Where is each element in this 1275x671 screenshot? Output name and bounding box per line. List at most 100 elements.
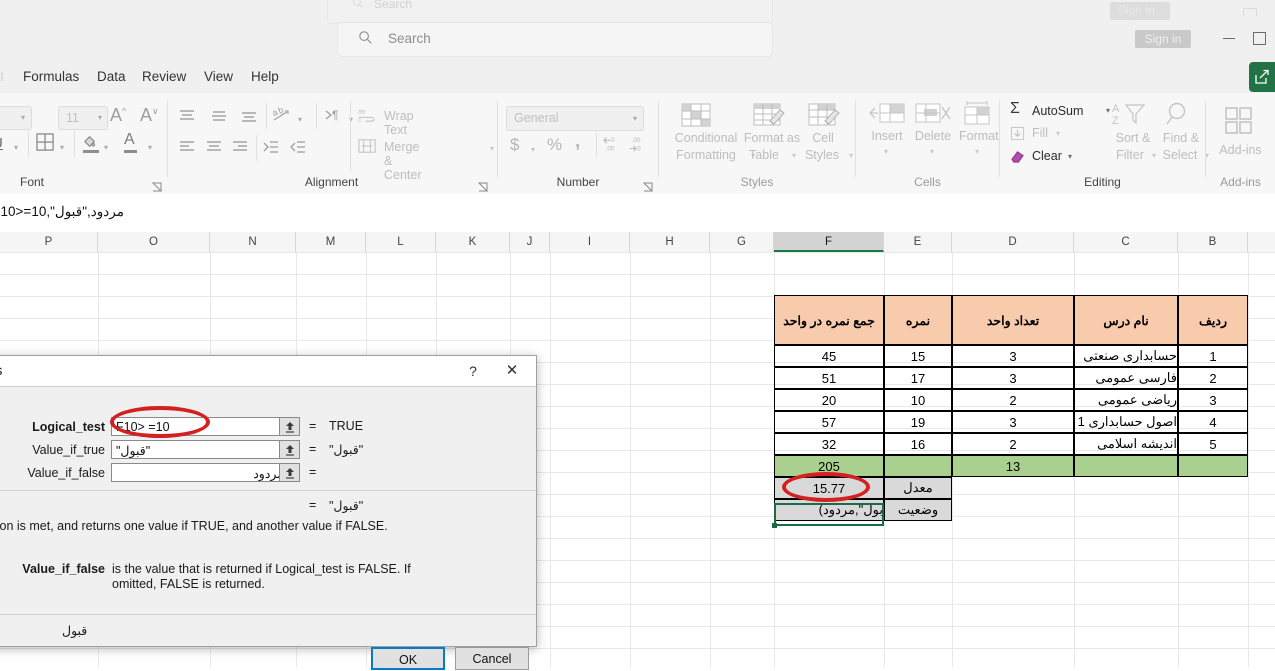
decrease-decimal-button[interactable]: .00 0 (628, 135, 648, 156)
table-row[interactable]: 3 (952, 345, 1074, 367)
table-row[interactable]: ریاضی عمومی (1074, 389, 1178, 411)
table-row[interactable]: 5 (1178, 433, 1248, 455)
value-if-false-input[interactable]: مردود (111, 463, 289, 482)
align-center-button[interactable] (205, 138, 223, 159)
underline-button[interactable]: U (0, 135, 3, 152)
collapse-dialog-button-logical-test[interactable] (279, 417, 300, 436)
table-header-f[interactable]: جمع نمره در واحد (774, 295, 884, 345)
find-select-button[interactable]: Find & Select ▾ (1163, 101, 1209, 162)
column-header-k[interactable]: K (436, 232, 510, 252)
font-dialog-launcher[interactable] (151, 179, 162, 193)
table-row[interactable]: 1 (1178, 345, 1248, 367)
number-dialog-launcher[interactable] (642, 179, 653, 193)
fill-color-button[interactable] (81, 133, 100, 155)
increase-decimal-button[interactable]: 0.00 (602, 135, 622, 156)
table-row[interactable]: 10 (884, 389, 952, 411)
fill-button[interactable]: Fill ▾ (1010, 126, 1060, 144)
help-button[interactable]: ? (461, 360, 485, 382)
column-header-d[interactable]: D (952, 232, 1074, 252)
increase-font-size-button[interactable]: A^ (110, 105, 126, 126)
table-row[interactable]: 2 (1178, 367, 1248, 389)
table-total-cell-b[interactable] (1178, 455, 1248, 477)
table-total-cell-e[interactable] (884, 455, 952, 477)
close-button[interactable]: ✕ (499, 360, 525, 382)
table-total-cell-d[interactable]: 13 (952, 455, 1074, 477)
decrease-indent-button[interactable] (289, 138, 307, 159)
column-header-g[interactable]: G (710, 232, 774, 252)
table-row[interactable]: 3 (952, 367, 1074, 389)
column-header-j[interactable]: J (510, 232, 550, 252)
comma-format-button[interactable]: , (575, 131, 580, 153)
column-header-e[interactable]: E (884, 232, 952, 252)
minimize-button[interactable] (1215, 26, 1245, 50)
column-header-f[interactable]: F (774, 232, 884, 252)
table-row[interactable]: اصول حسابداری 1 (1074, 411, 1178, 433)
table-row[interactable]: اندیشه اسلامی (1074, 433, 1178, 455)
column-header-h[interactable]: H (630, 232, 710, 252)
column-header-n[interactable]: N (210, 232, 296, 252)
percent-format-button[interactable]: % (547, 135, 562, 155)
table-row[interactable]: 32 (774, 433, 884, 455)
value-if-true-input[interactable]: "قبول" (111, 440, 289, 459)
orientation-button[interactable]: a b (271, 105, 292, 129)
delete-cells-button[interactable]: Delete ▾ (914, 101, 952, 156)
font-size-combobox[interactable]: 11 ▾ (58, 106, 108, 130)
column-header-l[interactable]: L (366, 232, 436, 252)
alignment-dialog-launcher[interactable] (477, 179, 488, 193)
table-row[interactable]: 4 (1178, 411, 1248, 433)
table-row[interactable]: 15 (884, 345, 952, 367)
table-header-b[interactable]: ردیف (1178, 295, 1248, 345)
column-header-c[interactable]: C (1074, 232, 1178, 252)
table-row[interactable]: 57 (774, 411, 884, 433)
conditional-formatting-button[interactable]: Conditional Formatting ▾ (675, 101, 755, 162)
borders-button[interactable] (36, 133, 55, 155)
status-label-cell[interactable]: وضعیت (884, 499, 952, 521)
table-row[interactable]: 51 (774, 367, 884, 389)
increase-indent-button[interactable] (262, 138, 280, 159)
align-right-button[interactable] (231, 138, 249, 159)
clear-button[interactable]: Clear ▾ (1010, 149, 1072, 167)
column-header-p[interactable]: P (0, 232, 98, 252)
column-header-m[interactable]: M (296, 232, 366, 252)
font-name-combobox[interactable]: ▾ (0, 106, 32, 130)
table-row[interactable]: 19 (884, 411, 952, 433)
table-row[interactable]: 2 (952, 389, 1074, 411)
align-top-button[interactable] (178, 107, 196, 128)
column-header-b[interactable]: B (1178, 232, 1248, 252)
maximize-button[interactable] (1245, 26, 1275, 50)
decrease-font-size-button[interactable]: A∨ (140, 105, 159, 126)
number-format-combobox[interactable]: General ▾ (506, 106, 644, 131)
insert-cells-button[interactable]: Insert ▾ (868, 101, 906, 156)
format-cells-button[interactable]: Format ▾ (959, 101, 999, 156)
table-row[interactable]: 2 (952, 433, 1074, 455)
tab-view[interactable]: View (196, 66, 241, 88)
font-color-button[interactable]: A (124, 131, 137, 153)
align-bottom-button[interactable] (240, 107, 258, 128)
sort-filter-button[interactable]: AZ Sort & Filter ▾ (1112, 101, 1156, 162)
fill-handle[interactable] (772, 523, 777, 528)
share-button[interactable] (1249, 62, 1275, 92)
align-middle-button[interactable] (210, 107, 228, 128)
table-row[interactable]: 3 (952, 411, 1074, 433)
table-row[interactable]: 17 (884, 367, 952, 389)
accounting-format-button[interactable]: $ (510, 135, 519, 155)
table-row[interactable]: 45 (774, 345, 884, 367)
column-header-o[interactable]: O (98, 232, 210, 252)
format-as-table-button[interactable]: Format as Table ▾ (744, 101, 800, 162)
tab-help[interactable]: Help (243, 66, 287, 88)
tab-formulas[interactable]: Formulas (15, 66, 87, 88)
collapse-dialog-button-value-if-false[interactable] (279, 463, 300, 482)
tab-review[interactable]: Review (134, 66, 194, 88)
cell-styles-button[interactable]: Cell Styles ▾ (805, 101, 853, 162)
collapse-dialog-button-value-if-true[interactable] (279, 440, 300, 459)
formula-bar[interactable]: )مردود,"قبول",10=<10 (0, 194, 1275, 233)
addins-button[interactable] (1223, 105, 1255, 140)
table-total-cell-c[interactable] (1074, 455, 1178, 477)
sign-in-button[interactable]: Sign in (1135, 30, 1191, 48)
table-row[interactable]: 16 (884, 433, 952, 455)
search-input[interactable]: Search (337, 22, 773, 57)
column-header-i[interactable]: I (550, 232, 630, 252)
table-header-e[interactable]: نمره (884, 295, 952, 345)
table-row[interactable]: حسابداری صنعتی (1074, 345, 1178, 367)
tab-data[interactable]: Data (89, 66, 134, 88)
